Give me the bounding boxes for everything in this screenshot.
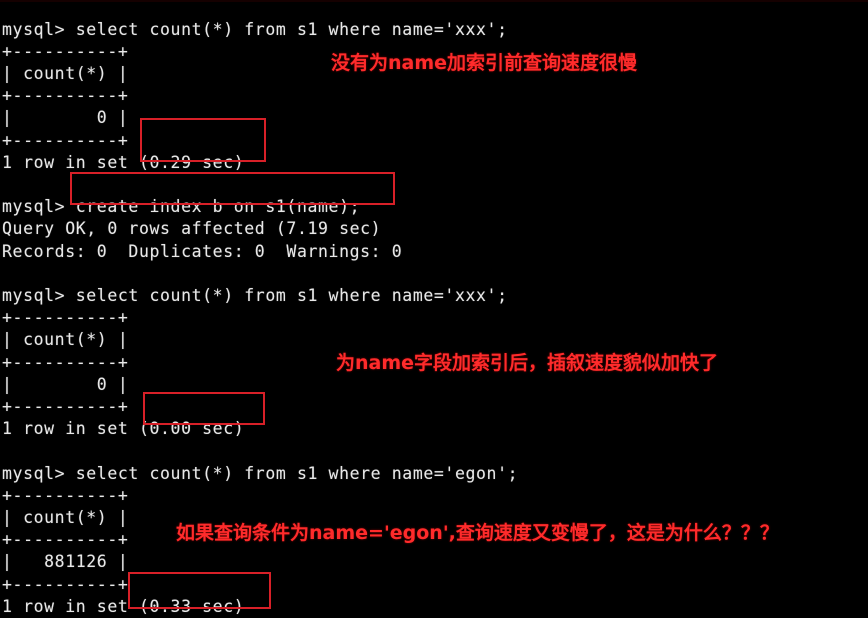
- annotation-after-index-fast: 为name字段加索引后，插叙速度貌似加快了: [336, 352, 719, 374]
- terminal-line: +----------+: [2, 41, 129, 61]
- terminal-line: mysql> select count(*) from s1 where nam…: [2, 19, 508, 39]
- terminal-line: +----------+: [2, 485, 129, 505]
- terminal-line: Records: 0 Duplicates: 0 Warnings: 0: [2, 241, 403, 261]
- terminal-line: 1 row in set (0.29 sec): [2, 152, 245, 172]
- terminal-line: | 881126 |: [2, 552, 129, 572]
- capture-artifact-strip: [0, 0, 868, 2]
- terminal-line: +----------+: [2, 530, 129, 550]
- terminal-line: 1 row in set (0.00 sec): [2, 419, 245, 439]
- terminal-screen: mysql> select count(*) from s1 where nam…: [0, 0, 868, 616]
- terminal-line: | 0 |: [2, 108, 129, 128]
- terminal-line: mysql> select count(*) from s1 where nam…: [2, 285, 508, 305]
- annotation-egon-slow-question: 如果查询条件为name='egon',查询速度又变慢了，这是为什么？？？: [176, 522, 779, 544]
- annotation-no-index-slow: 没有为name加索引前查询速度很慢: [331, 52, 638, 74]
- terminal-line: | count(*) |: [2, 330, 129, 350]
- terminal-line: | count(*) |: [2, 63, 129, 83]
- terminal-line: 1 row in set (0.33 sec): [2, 596, 245, 616]
- terminal-line: +----------+: [2, 86, 129, 106]
- terminal-line: | count(*) |: [2, 507, 129, 527]
- terminal-line: mysql> select count(*) from s1 where nam…: [2, 463, 519, 483]
- terminal-line: +----------+: [2, 574, 129, 594]
- terminal-line: | 0 |: [2, 374, 129, 394]
- terminal-line: +----------+: [2, 396, 129, 416]
- terminal-line: +----------+: [2, 308, 129, 328]
- terminal-line: Query OK, 0 rows affected (7.19 sec): [2, 219, 382, 239]
- terminal-line: mysql> create index b on s1(name);: [2, 197, 361, 217]
- terminal-line: +----------+: [2, 352, 129, 372]
- terminal-line: +----------+: [2, 130, 129, 150]
